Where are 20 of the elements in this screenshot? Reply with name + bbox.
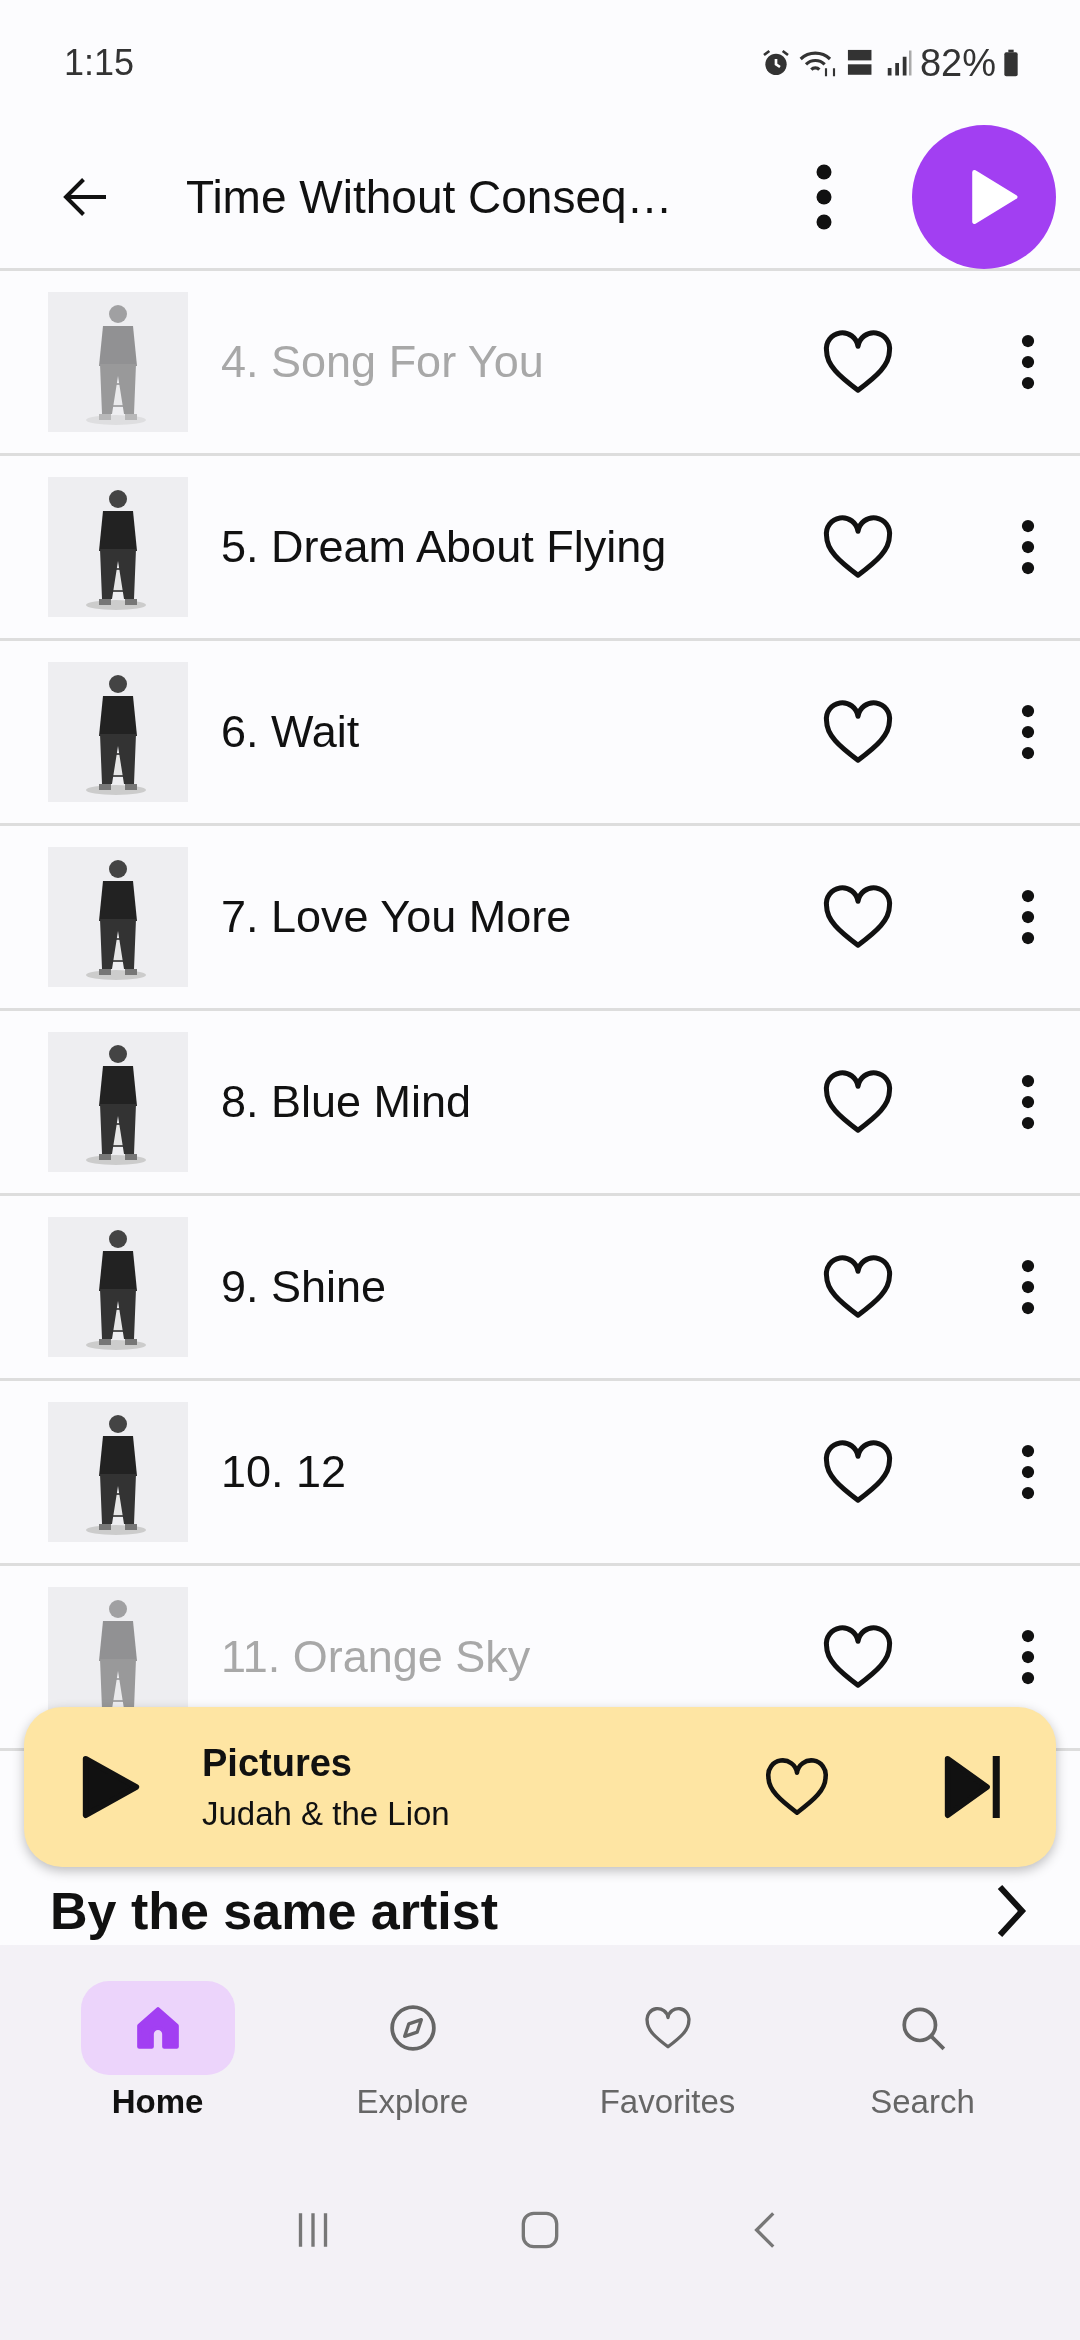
- battery-icon: [1002, 47, 1020, 79]
- compass-icon: [387, 2003, 438, 2053]
- song-title: Pictures: [202, 1741, 353, 1785]
- nav-tab[interactable]: Explore: [302, 1945, 523, 2150]
- track-title[interactable]: 7. Love You More: [221, 891, 820, 943]
- artist-name: Judah & the Lion: [202, 1794, 451, 1833]
- nav-tab[interactable]: Favorites: [557, 1945, 778, 2150]
- track-title[interactable]: 6. Wait: [221, 706, 820, 758]
- track-title[interactable]: 9. Shine: [221, 1261, 820, 1313]
- album-title: Time Without Conseq…: [186, 170, 674, 224]
- section-heading: By the same artist: [50, 1880, 498, 1942]
- nav-tab[interactable]: Home: [47, 1945, 268, 2150]
- battery-percent: 82%: [919, 41, 996, 85]
- more-button[interactable]: [814, 162, 834, 232]
- track-title[interactable]: 10. 12: [221, 1446, 820, 1498]
- status-time: 1:15: [64, 42, 135, 84]
- nav-tab[interactable]: Search: [812, 1945, 1033, 2150]
- track-title[interactable]: 8. Blue Mind: [221, 1076, 820, 1128]
- track-title[interactable]: 5. Dream About Flying: [221, 521, 820, 573]
- mini-player[interactable]: Pictures Judah & the Lion: [24, 1707, 1056, 1867]
